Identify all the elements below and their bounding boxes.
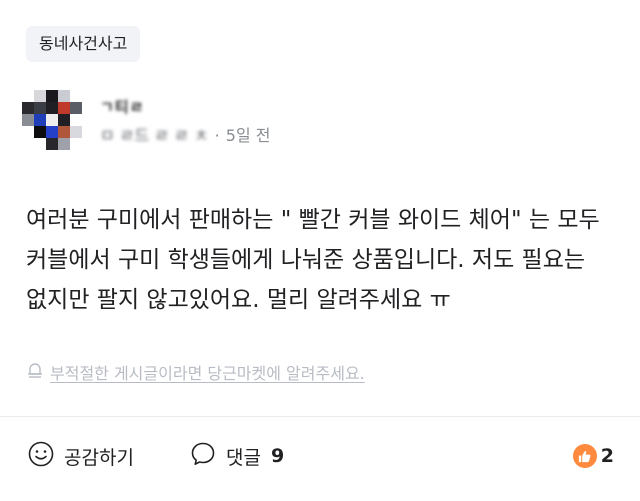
- avatar[interactable]: [22, 90, 82, 150]
- report-link[interactable]: 부적절한 게시글이라면 당근마켓에 알려주세요.: [26, 360, 365, 384]
- author-meta: ㅁ ㄹ드 ㄹ ㄹ ㅊ · 5일 전: [100, 122, 270, 146]
- author-name[interactable]: ㄱ티ㄹ: [100, 96, 144, 117]
- comment-button[interactable]: 댓글 9: [190, 439, 284, 473]
- meta-separator: ·: [214, 126, 220, 145]
- comment-label: 댓글: [226, 446, 261, 469]
- report-link-label[interactable]: 부적절한 게시글이라면 당근마켓에 알려주세요.: [50, 360, 365, 384]
- post-detail-page: 동네사건사고 ㄱ티ㄹ ㅁ ㄹ드 ㄹ ㄹ ㅊ · 5일 전 여러분 구미에서 판매…: [0, 0, 640, 501]
- empathy-button[interactable]: 공감하기: [28, 439, 134, 473]
- comment-count: 9: [270, 445, 285, 467]
- category-chip[interactable]: 동네사건사고: [26, 26, 141, 62]
- speech-bubble-icon: [190, 441, 216, 472]
- post-time: 5일 전: [225, 126, 271, 145]
- bell-icon: [26, 361, 44, 383]
- post-body: 여러분 구미에서 판매하는 " 빨간 커블 와이드 체어" 는 모두 커블에서 …: [26, 207, 607, 313]
- reaction-summary[interactable]: 2: [572, 439, 614, 473]
- action-bar: 공감하기 댓글 9 2: [0, 417, 640, 501]
- avatar-image: [22, 90, 82, 150]
- author-row[interactable]: ㄱ티ㄹ ㅁ ㄹ드 ㄹ ㄹ ㅊ · 5일 전: [22, 90, 622, 160]
- smile-icon: [28, 441, 54, 472]
- reaction-count: 2: [600, 445, 614, 467]
- author-location: ㅁ ㄹ드 ㄹ ㄹ ㅊ: [100, 126, 209, 145]
- empathy-label: 공감하기: [64, 446, 134, 469]
- thumbs-up-icon: [572, 444, 597, 468]
